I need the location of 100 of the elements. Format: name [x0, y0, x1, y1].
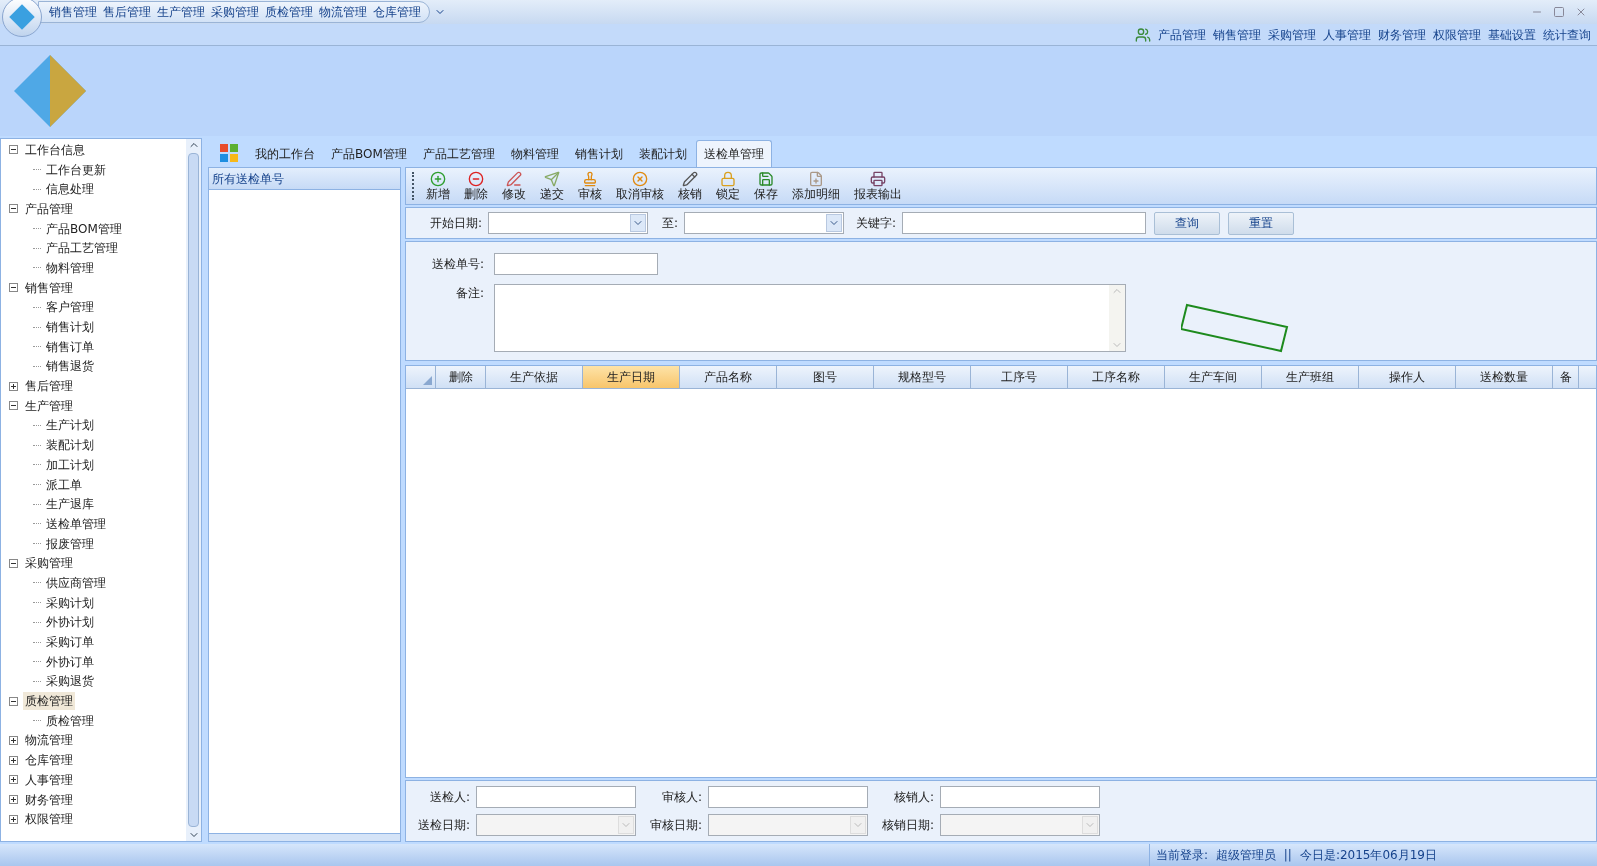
- tree-node[interactable]: 采购退货: [44, 672, 96, 691]
- tab[interactable]: 产品BOM管理: [324, 140, 414, 167]
- tab[interactable]: 我的工作台: [248, 140, 322, 167]
- tree-node[interactable]: 采购计划: [44, 593, 96, 612]
- quick-menu-item[interactable]: 仓库管理: [373, 3, 421, 21]
- tree-node[interactable]: 销售管理: [23, 278, 75, 297]
- tab[interactable]: 物料管理: [503, 140, 566, 167]
- toolbar-button[interactable]: 修改: [496, 170, 532, 202]
- text-field[interactable]: [708, 786, 868, 808]
- collapse-icon[interactable]: [9, 283, 18, 293]
- tree-node[interactable]: 财务管理: [23, 790, 75, 809]
- maximize-icon[interactable]: [1553, 6, 1565, 18]
- filter-button[interactable]: 重置: [1228, 211, 1295, 235]
- tree-node[interactable]: 生产计划: [44, 416, 96, 435]
- menu-item[interactable]: 人事管理: [1323, 25, 1371, 44]
- tree-node[interactable]: 销售退货: [44, 357, 96, 376]
- toolbar-button[interactable]: 取消审核: [610, 170, 670, 202]
- tree-node[interactable]: 生产退库: [44, 495, 96, 514]
- collapse-icon[interactable]: [9, 558, 18, 568]
- tree-node[interactable]: 工作台信息: [23, 140, 87, 159]
- number-field[interactable]: [494, 253, 658, 275]
- toolbar-button[interactable]: 递交: [534, 170, 570, 202]
- column-header[interactable]: 工序号: [971, 366, 1068, 388]
- menu-item[interactable]: 采购管理: [1268, 25, 1316, 44]
- tree-node[interactable]: 质检管理: [44, 711, 96, 730]
- toolbar-button[interactable]: 删除: [458, 170, 494, 202]
- date-field[interactable]: [476, 814, 636, 836]
- expand-icon[interactable]: [9, 814, 18, 824]
- quick-menu-item[interactable]: 销售管理: [49, 3, 97, 21]
- text-field[interactable]: [940, 786, 1100, 808]
- menu-item[interactable]: 财务管理: [1378, 25, 1426, 44]
- toolbar-button[interactable]: 审核: [572, 170, 608, 202]
- quick-menu-item[interactable]: 售后管理: [103, 3, 151, 21]
- collapse-icon[interactable]: [9, 696, 18, 706]
- tree-node[interactable]: 采购订单: [44, 633, 96, 652]
- tree-node[interactable]: 采购管理: [23, 554, 75, 573]
- tree-node[interactable]: 产品管理: [23, 199, 75, 218]
- column-header[interactable]: 删除: [436, 366, 486, 388]
- tree-node[interactable]: 加工计划: [44, 455, 96, 474]
- collapse-icon[interactable]: [9, 204, 18, 214]
- close-icon[interactable]: [1575, 6, 1587, 18]
- date-field[interactable]: [940, 814, 1100, 836]
- tree-node[interactable]: 生产管理: [23, 396, 75, 415]
- tab[interactable]: 送检单管理: [695, 140, 772, 167]
- column-header[interactable]: 产品名称: [680, 366, 777, 388]
- menu-item[interactable]: 销售管理: [1213, 25, 1261, 44]
- column-header[interactable]: 规格型号: [874, 366, 971, 388]
- expand-icon[interactable]: [9, 755, 18, 765]
- tree-node[interactable]: 人事管理: [23, 770, 75, 789]
- tree-node[interactable]: 信息处理: [44, 180, 96, 199]
- tree-node[interactable]: 派工单: [44, 475, 84, 494]
- quick-menu-item[interactable]: 采购管理: [211, 3, 259, 21]
- text-field[interactable]: [476, 786, 636, 808]
- tree-node[interactable]: 销售订单: [44, 337, 96, 356]
- column-header[interactable]: 生产日期: [583, 366, 680, 388]
- tree-node[interactable]: 物料管理: [44, 258, 96, 277]
- menu-item[interactable]: 产品管理: [1158, 25, 1206, 44]
- tab[interactable]: 销售计划: [567, 140, 630, 167]
- expand-icon[interactable]: [9, 795, 18, 805]
- tree-node[interactable]: 权限管理: [23, 810, 75, 829]
- column-header[interactable]: 操作人: [1359, 366, 1456, 388]
- tree-node[interactable]: 送检单管理: [44, 514, 108, 533]
- menu-item[interactable]: 权限管理: [1433, 25, 1481, 44]
- column-header[interactable]: 工序名称: [1068, 366, 1165, 388]
- tree-node[interactable]: 装配计划: [44, 436, 96, 455]
- tree-node[interactable]: 销售计划: [44, 318, 96, 337]
- menu-item[interactable]: 统计查询: [1543, 25, 1591, 44]
- filter-button[interactable]: 查询: [1154, 211, 1221, 235]
- expand-icon[interactable]: [9, 381, 18, 391]
- toolbar-button[interactable]: 添加明细: [786, 170, 846, 202]
- quick-menu-item[interactable]: 物流管理: [319, 3, 367, 21]
- tree-node[interactable]: 客户管理: [44, 298, 96, 317]
- toolbar-button[interactable]: 锁定: [710, 170, 746, 202]
- toolbar-button[interactable]: 保存: [748, 170, 784, 202]
- tree-node[interactable]: 报废管理: [44, 534, 96, 553]
- start-date-field[interactable]: [488, 212, 649, 234]
- end-date-field[interactable]: [684, 212, 845, 234]
- column-header[interactable]: 生产班组: [1262, 366, 1359, 388]
- collapse-icon[interactable]: [9, 401, 18, 411]
- splitter-grip[interactable]: [209, 833, 400, 841]
- column-header[interactable]: 生产车间: [1165, 366, 1262, 388]
- collapse-icon[interactable]: [9, 145, 18, 155]
- menu-item[interactable]: 基础设置: [1488, 25, 1536, 44]
- tree-node[interactable]: 产品工艺管理: [44, 239, 120, 258]
- column-header[interactable]: 图号: [777, 366, 874, 388]
- toolbar-button[interactable]: 新增: [420, 170, 456, 202]
- quick-menu-item[interactable]: 质检管理: [265, 3, 313, 21]
- remark-field[interactable]: [494, 284, 1126, 352]
- tree-node[interactable]: 外协计划: [44, 613, 96, 632]
- expand-icon[interactable]: [9, 775, 18, 785]
- column-header[interactable]: 备: [1553, 366, 1579, 388]
- expand-icon[interactable]: [9, 735, 18, 745]
- toolbar-button[interactable]: 报表输出: [848, 170, 908, 202]
- tree-node[interactable]: 质检管理: [23, 692, 75, 711]
- quick-menu-item[interactable]: 生产管理: [157, 3, 205, 21]
- tree-node[interactable]: 仓库管理: [23, 751, 75, 770]
- toolbar-button[interactable]: 核销: [672, 170, 708, 202]
- tree-node[interactable]: 产品BOM管理: [44, 219, 124, 238]
- scrollbar[interactable]: [186, 139, 201, 841]
- tree-node[interactable]: 工作台更新: [44, 160, 108, 179]
